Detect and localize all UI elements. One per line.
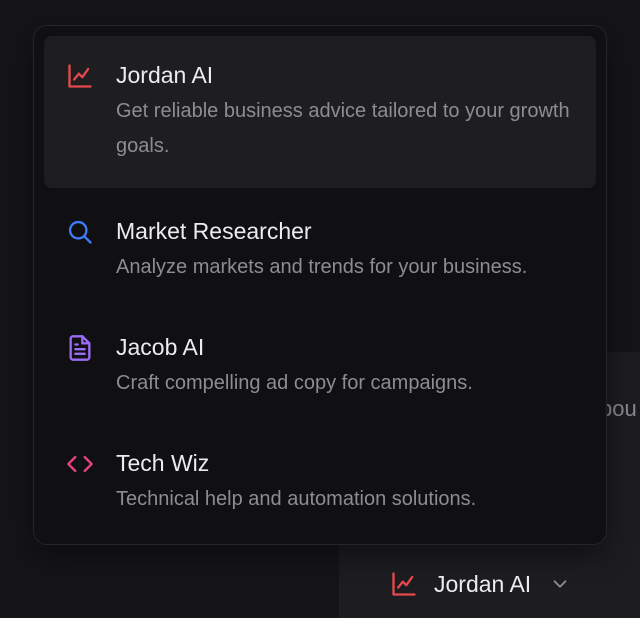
menu-item-description: Craft compelling ad copy for campaigns.: [116, 372, 473, 394]
menu-item-jacob-ai[interactable]: Jacob AI Craft compelling ad copy for ca…: [44, 304, 596, 420]
menu-item-description: Analyze markets and trends for your busi…: [116, 256, 528, 278]
line-chart-icon: [66, 62, 94, 90]
assistant-dropdown-menu: Jordan AI Get reliable business advice t…: [33, 25, 607, 545]
menu-item-jordan-ai[interactable]: Jordan AI Get reliable business advice t…: [44, 36, 596, 188]
menu-item-title: Tech Wiz: [116, 450, 210, 476]
search-icon: [66, 218, 94, 246]
menu-item-tech-wiz[interactable]: Tech Wiz Technical help and automation s…: [44, 420, 596, 536]
menu-item-title: Jordan AI: [116, 62, 214, 88]
menu-item-description: Technical help and automation solutions.: [116, 488, 477, 510]
app-stage: bou Jordan AI Get reliable business advi…: [0, 0, 640, 618]
menu-item-description: Get reliable business advice tailored to…: [116, 100, 570, 157]
code-icon: [66, 450, 94, 478]
line-chart-icon: [390, 570, 418, 598]
selector-label: Jordan AI: [434, 571, 532, 597]
assistant-selector-button[interactable]: Jordan AI: [390, 565, 571, 603]
menu-item-title: Market Researcher: [116, 218, 312, 244]
document-icon: [66, 334, 94, 362]
menu-item-market-researcher[interactable]: Market Researcher Analyze markets and tr…: [44, 188, 596, 304]
menu-item-title: Jacob AI: [116, 334, 205, 360]
chevron-down-icon: [549, 573, 571, 595]
